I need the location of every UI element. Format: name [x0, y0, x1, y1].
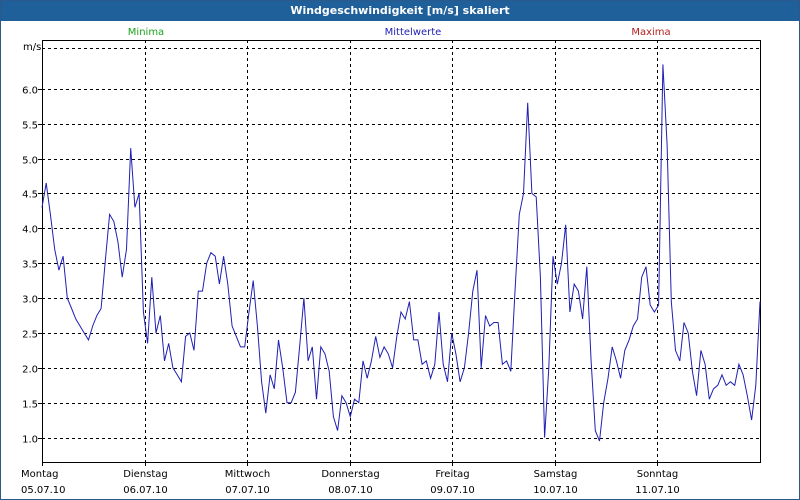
y-tick-label: 2.0 [22, 365, 38, 376]
y-tick-label: 3.0 [22, 295, 38, 306]
plot-frame [42, 40, 761, 463]
x-tick-date: 11.07.10 [635, 485, 680, 496]
y-tick-label: 3.5 [22, 260, 38, 271]
x-axis-ticks: Montag 05.07.10 Dienstag 06.07.10 Mittwoch 07… [21, 462, 680, 496]
series [41, 64, 761, 442]
y-tick-label: 1.5 [22, 400, 38, 411]
x-tick-day: Sonntag [637, 469, 679, 480]
legend-minima: Minima [128, 27, 164, 38]
chart-window: Windgeschwindigkeit [m/s] skaliert Minim… [0, 0, 800, 500]
x-tick-day: Donnerstag [321, 469, 379, 480]
y-tick-label: 4.5 [22, 190, 38, 201]
y-tick-label: 1.0 [22, 435, 38, 446]
x-tick-date: 07.07.10 [225, 485, 270, 496]
legend: Minima Mittelwerte Maxima [128, 27, 671, 38]
x-tick-day: Freitag [435, 469, 469, 480]
y-tick-label: 5.0 [22, 156, 38, 167]
window-title: Windgeschwindigkeit [m/s] skaliert [1, 1, 799, 21]
y-tick-label: 6.0 [22, 86, 38, 97]
x-tick-date: 08.07.10 [328, 485, 373, 496]
y-tick-label: 2.5 [22, 330, 38, 341]
x-tick-date: 05.07.10 [21, 485, 66, 496]
x-tick-date: 09.07.10 [430, 485, 475, 496]
x-tick-date: 10.07.10 [533, 485, 578, 496]
grid [42, 40, 760, 462]
x-tick-day: Montag [21, 469, 58, 480]
x-tick-day: Mittwoch [225, 469, 270, 480]
legend-maxima: Maxima [631, 27, 670, 38]
legend-mittelwerte: Mittelwerte [385, 27, 442, 38]
y-axis-ticks: 1.0 1.5 2.0 2.5 3.0 3.5 4.0 4.5 5.0 5.5 6.0 [22, 86, 42, 446]
x-tick-day: Dienstag [123, 469, 168, 480]
y-axis-label: m/s [23, 42, 41, 53]
wind-speed-chart: Minima Mittelwerte Maxima m/s 1.0 1.5 2.0 2.5… [21, 27, 761, 496]
y-tick-label: 5.5 [22, 121, 38, 132]
series-line-mittelwerte [41, 64, 761, 442]
y-tick-label: 4.0 [22, 225, 38, 236]
x-tick-date: 06.07.10 [123, 485, 168, 496]
x-tick-day: Samstag [534, 469, 578, 480]
